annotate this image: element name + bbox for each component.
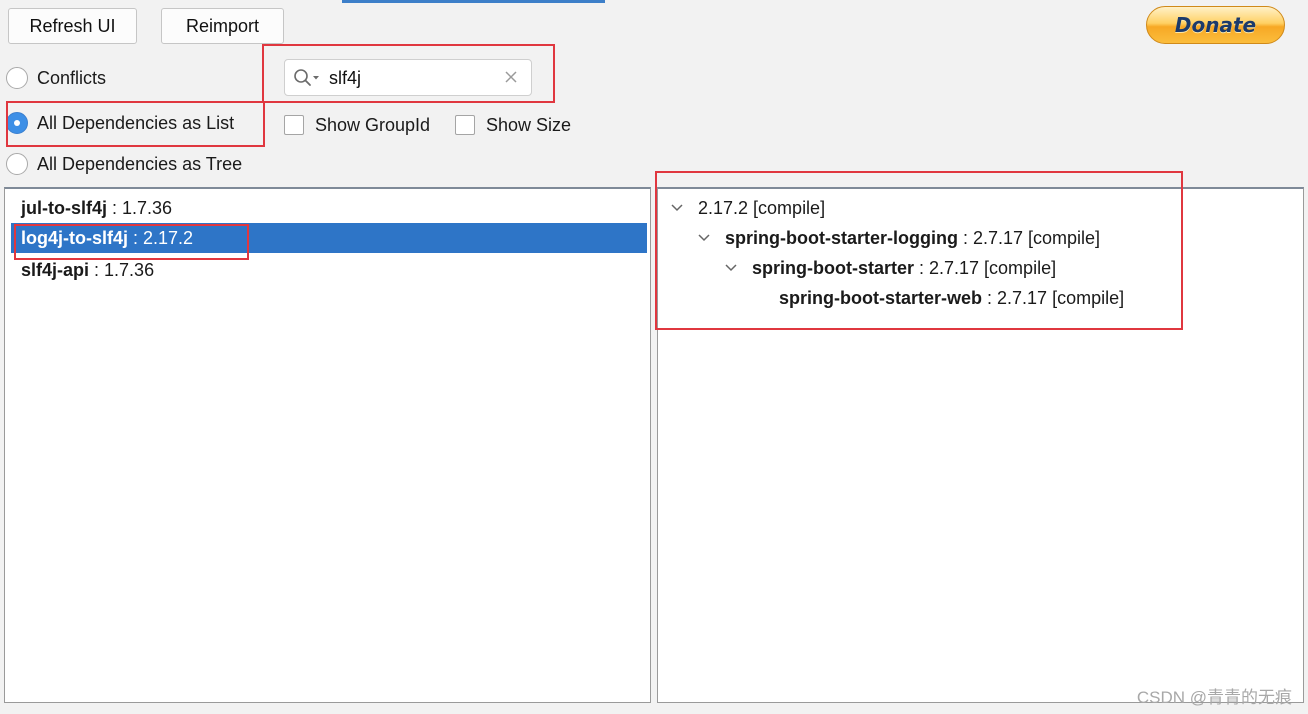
radio-label-list: All Dependencies as List — [37, 112, 235, 133]
node-version: : 2.7.17 [compile] — [982, 287, 1125, 308]
donate-label: Donate — [1174, 13, 1257, 37]
node-artifact: spring-boot-starter — [752, 257, 914, 278]
watermark: CSDN @青青的无痕 — [1136, 688, 1292, 707]
chevron-down-icon[interactable] — [724, 263, 738, 273]
tree-node[interactable]: spring-boot-starter-logging : 2.7.17 [co… — [697, 224, 1100, 252]
search-input[interactable] — [329, 65, 489, 91]
chevron-down-icon[interactable] — [697, 233, 711, 243]
artifact-name: jul-to-slf4j — [21, 197, 107, 218]
artifact-name: log4j-to-slf4j — [21, 227, 128, 248]
radio-button[interactable] — [6, 153, 28, 175]
node-version: 2.17.2 [compile] — [698, 197, 826, 218]
list-item[interactable]: jul-to-slf4j : 1.7.36 — [11, 193, 647, 223]
show-size-checkbox[interactable]: Show Size — [455, 112, 571, 138]
close-icon[interactable] — [503, 69, 519, 85]
radio-label-conflicts: Conflicts — [37, 67, 107, 88]
artifact-version: : 2.17.2 — [128, 227, 194, 248]
checkbox-box[interactable] — [455, 115, 475, 135]
dependency-list-panel[interactable]: jul-to-slf4j : 1.7.36 log4j-to-slf4j : 2… — [4, 187, 651, 703]
node-artifact: spring-boot-starter-web — [779, 287, 983, 308]
radio-conflicts[interactable]: Conflicts — [6, 65, 106, 91]
artifact-name: slf4j-api — [21, 259, 90, 280]
refresh-ui-button[interactable]: Refresh UI — [8, 8, 137, 44]
show-size-label: Show Size — [486, 114, 572, 135]
bottom-strip — [0, 703, 1308, 714]
radio-label-tree: All Dependencies as Tree — [37, 153, 243, 174]
checkbox-box[interactable] — [284, 115, 304, 135]
tree-node[interactable]: 2.17.2 [compile] — [670, 194, 825, 222]
artifact-version: : 1.7.36 — [89, 259, 155, 280]
radio-all-dependencies-tree[interactable]: All Dependencies as Tree — [6, 151, 242, 177]
search-field[interactable] — [284, 59, 532, 96]
node-artifact: spring-boot-starter-logging — [725, 227, 958, 248]
tree-node[interactable]: spring-boot-starter-web : 2.7.17 [compil… — [779, 284, 1124, 312]
active-tab-indicator — [342, 0, 605, 3]
donate-button[interactable]: Donate — [1146, 6, 1285, 44]
node-version: : 2.7.17 [compile] — [914, 257, 1057, 278]
show-groupid-label: Show GroupId — [315, 114, 431, 135]
search-icon[interactable] — [293, 68, 323, 88]
node-version: : 2.7.17 [compile] — [957, 227, 1101, 248]
list-item[interactable]: slf4j-api : 1.7.36 — [11, 255, 647, 285]
radio-button[interactable] — [6, 67, 28, 89]
chevron-down-icon[interactable] — [670, 203, 684, 213]
radio-button-selected[interactable] — [6, 112, 28, 134]
radio-all-dependencies-list[interactable]: All Dependencies as List — [6, 110, 234, 136]
tree-node[interactable]: spring-boot-starter : 2.7.17 [compile] — [724, 254, 1056, 282]
list-item-selected[interactable]: log4j-to-slf4j : 2.17.2 — [11, 223, 647, 253]
show-groupid-checkbox[interactable]: Show GroupId — [284, 112, 430, 138]
dependency-usage-tree-panel[interactable]: 2.17.2 [compile] spring-boot-starter-log… — [657, 187, 1304, 703]
artifact-version: : 1.7.36 — [107, 197, 173, 218]
reimport-button[interactable]: Reimport — [161, 8, 284, 44]
